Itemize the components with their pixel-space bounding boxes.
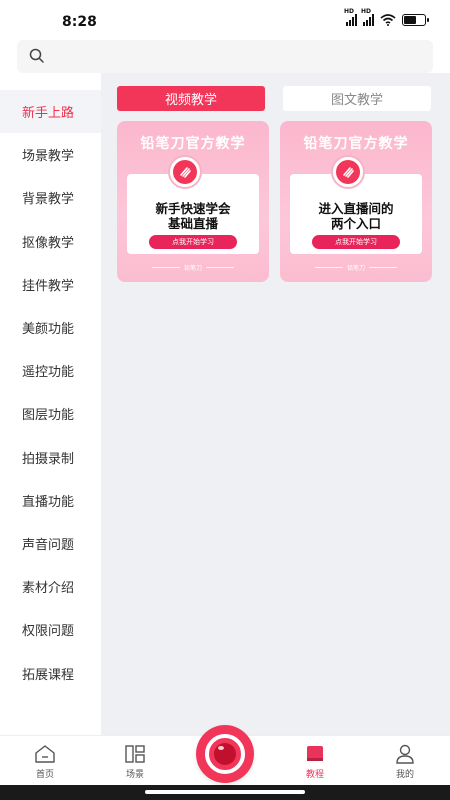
card-headline-line-1: 新手快速学会 [155, 201, 231, 216]
card-headline-line-1: 进入直播间的 [318, 201, 394, 216]
search-input[interactable] [57, 40, 417, 73]
search-bar[interactable] [17, 40, 433, 73]
camera-lens-icon [214, 743, 236, 765]
card-headline: 进入直播间的 两个入口 [280, 201, 432, 231]
pencil-logo-icon [168, 155, 202, 189]
sidebar-item-sound[interactable]: 声音问题 [0, 522, 101, 565]
cell-signal-icon: HD [344, 8, 357, 26]
sidebar-item-permission[interactable]: 权限问题 [0, 608, 101, 651]
nav-mine[interactable]: 我的 [375, 736, 435, 786]
sidebar-item-scene[interactable]: 场景教学 [0, 133, 101, 176]
search-icon [29, 48, 44, 63]
sidebar-item-recording[interactable]: 拍摄录制 [0, 436, 101, 479]
card-headline: 新手快速学会 基础直播 [117, 201, 269, 231]
nav-tutorial[interactable]: 教程 [285, 736, 345, 786]
card-brand: 铅笔刀 [183, 265, 202, 272]
sidebar-item-remote[interactable]: 遥控功能 [0, 349, 101, 392]
sidebar-item-pendant[interactable]: 挂件教学 [0, 263, 101, 306]
layout-icon [125, 745, 145, 763]
status-time: 8:28 [62, 14, 97, 30]
tutorial-cards: 铅笔刀官方教学 新手快速学会 基础直播 点我开始学习 铅笔刀 铅笔刀官方教学 进… [117, 121, 432, 282]
sidebar-item-extension[interactable]: 拓展课程 [0, 651, 101, 694]
category-sidebar: 新手上路 场景教学 背景教学 抠像教学 挂件教学 美颜功能 遥控功能 图层功能 … [0, 90, 101, 735]
status-bar: 8:28 HD HD [0, 0, 450, 40]
tab-video[interactable]: 视频教学 [117, 86, 265, 111]
nav-tutorial-label: 教程 [305, 770, 324, 780]
nav-home-label: 首页 [35, 770, 54, 780]
battery-icon [402, 14, 429, 26]
card-headline-line-2: 两个入口 [330, 216, 381, 231]
home-icon [35, 745, 55, 763]
sidebar-item-material[interactable]: 素材介绍 [0, 565, 101, 608]
home-indicator [0, 785, 450, 800]
record-button[interactable] [196, 725, 254, 783]
sidebar-item-beauty[interactable]: 美颜功能 [0, 306, 101, 349]
sidebar-item-background[interactable]: 背景教学 [0, 176, 101, 219]
start-learning-button[interactable]: 点我开始学习 [312, 235, 400, 249]
cell-signal-2-icon: HD [361, 8, 374, 26]
card-title: 铅笔刀官方教学 [140, 136, 246, 152]
card-headline-line-2: 基础直播 [167, 216, 218, 231]
sidebar-item-live[interactable]: 直播功能 [0, 479, 101, 522]
book-icon [307, 746, 323, 761]
sidebar-item-newbie[interactable]: 新手上路 [0, 90, 101, 134]
card-footer: 铅笔刀 [117, 263, 269, 272]
wifi-icon [380, 14, 396, 26]
pencil-logo-icon [331, 155, 365, 189]
start-learning-button[interactable]: 点我开始学习 [149, 235, 237, 249]
nav-home[interactable]: 首页 [15, 736, 75, 786]
sidebar-item-matting[interactable]: 抠像教学 [0, 220, 101, 263]
nav-mine-label: 我的 [395, 770, 414, 780]
tutorial-tabs: 视频教学 图文教学 [117, 86, 431, 111]
card-title: 铅笔刀官方教学 [303, 136, 409, 152]
nav-scene-label: 场景 [125, 770, 144, 780]
sidebar-item-layer[interactable]: 图层功能 [0, 392, 101, 435]
nav-scene[interactable]: 场景 [105, 736, 165, 786]
user-icon [396, 744, 414, 764]
card-brand: 铅笔刀 [346, 265, 365, 272]
status-icons: HD HD [344, 8, 429, 26]
tutorial-card[interactable]: 铅笔刀官方教学 进入直播间的 两个入口 点我开始学习 铅笔刀 [280, 121, 432, 282]
tab-article[interactable]: 图文教学 [283, 86, 431, 111]
card-footer: 铅笔刀 [280, 263, 432, 272]
tutorial-content: 视频教学 图文教学 铅笔刀官方教学 新手快速学会 基础直播 点我开始学习 铅笔刀 [101, 73, 450, 735]
tutorial-card[interactable]: 铅笔刀官方教学 新手快速学会 基础直播 点我开始学习 铅笔刀 [117, 121, 269, 282]
